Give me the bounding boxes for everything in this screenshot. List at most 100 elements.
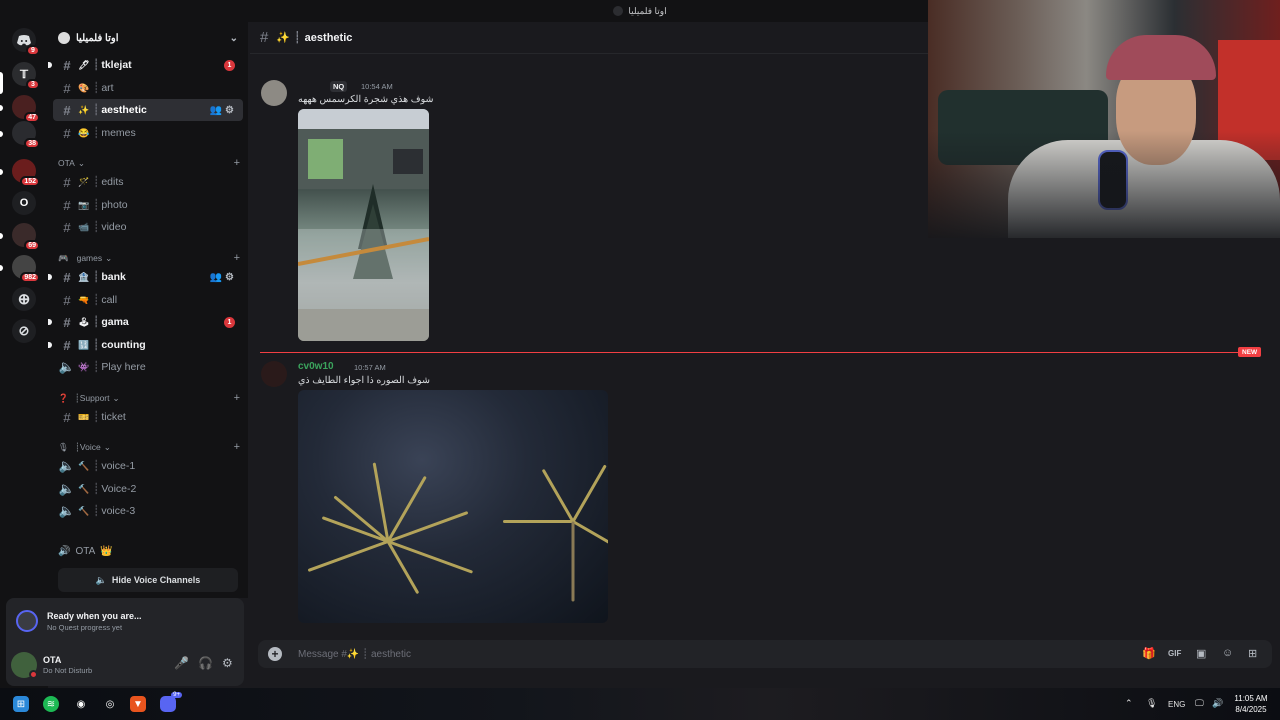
speaker-icon: 🔈 bbox=[58, 503, 76, 518]
message-input[interactable]: Message #✨ ┊ aesthetic bbox=[298, 649, 411, 660]
obs-icon[interactable]: ◉ bbox=[73, 696, 89, 712]
discover-button[interactable]: ⊘ bbox=[12, 319, 36, 343]
message-image-attachment[interactable] bbox=[298, 109, 429, 341]
channel-video[interactable]: # 📹 ┊ video bbox=[53, 216, 243, 238]
button-label: Hide Voice Channels bbox=[111, 575, 201, 585]
channel-emoji: 📹 bbox=[78, 221, 90, 232]
channel-emoji: 🔨 bbox=[78, 483, 90, 494]
mall-photo bbox=[298, 109, 429, 341]
add-channel-icon[interactable]: + bbox=[234, 157, 240, 169]
channel-call[interactable]: # 🔫 ┊ call bbox=[53, 289, 243, 311]
microphone-icon: 🎙 bbox=[58, 441, 69, 452]
emoji-icon[interactable]: ☺ bbox=[1222, 647, 1233, 659]
hash-icon: # bbox=[63, 292, 71, 308]
hash-icon: # bbox=[63, 409, 71, 425]
apps-icon[interactable]: ⊞ bbox=[1248, 647, 1257, 660]
language-indicator[interactable]: ENG bbox=[1168, 700, 1185, 709]
gift-icon[interactable]: 🎁 bbox=[1142, 647, 1156, 660]
mention-badge: 9 bbox=[26, 45, 40, 56]
guild-header[interactable]: اوتا فلميليا ⌄ bbox=[48, 22, 248, 54]
channel-bank[interactable]: # 🏦 ┊ bank 👥⚙ bbox=[48, 266, 243, 288]
channel-ticket[interactable]: # 🎫 ┊ ticket bbox=[53, 406, 243, 428]
channel-edits[interactable]: # 🪄 ┊ edits bbox=[53, 171, 243, 193]
chrome-icon[interactable]: ◎ bbox=[102, 696, 118, 712]
headphones-icon[interactable]: 🎧 bbox=[198, 656, 213, 670]
server-icon-7[interactable]: 982 bbox=[12, 255, 40, 283]
category-voice[interactable]: 🎙 ┊ Voice ⌄ + bbox=[58, 440, 240, 454]
network-icon[interactable]: 🖵 bbox=[1195, 698, 1204, 709]
voice-channel-ota[interactable]: 🔊 OTA 👑 bbox=[58, 546, 113, 557]
user-panel: OTA Do Not Disturb 🎤 🎧 ⚙ bbox=[6, 646, 244, 686]
discord-home-button[interactable]: 9 bbox=[12, 28, 40, 56]
category-support[interactable]: ❓ ┊ Support ⌄ + bbox=[58, 391, 240, 405]
channel-aesthetic[interactable]: # ✨ ┊ aesthetic 👥⚙ bbox=[53, 99, 243, 121]
server-icon-6[interactable]: 69 bbox=[12, 223, 40, 251]
channel-voice-1[interactable]: 🔈 🔨 ┊ voice-1 bbox=[53, 455, 243, 477]
channel-photo[interactable]: # 📷 ┊ photo bbox=[53, 194, 243, 216]
brave-icon[interactable]: ▼ bbox=[130, 696, 146, 712]
category-ota[interactable]: OTA ⌄ + bbox=[58, 156, 240, 170]
channel-name: photo bbox=[101, 199, 128, 211]
add-server-button[interactable]: ⊕ bbox=[12, 287, 36, 311]
speaker-icon: 🔈 bbox=[95, 574, 107, 585]
channel-emoji: 📷 bbox=[78, 199, 90, 210]
message-image-attachment[interactable] bbox=[298, 390, 608, 623]
clock[interactable]: 11:05 AM 8/4/2025 bbox=[1228, 693, 1274, 715]
gif-icon[interactable]: GIF bbox=[1168, 649, 1181, 658]
gear-icon[interactable]: ⚙ bbox=[222, 656, 233, 670]
hide-voice-channels-button[interactable]: 🔈 Hide Voice Channels bbox=[58, 568, 238, 592]
server-icon-4[interactable]: 152 bbox=[12, 159, 40, 187]
message-author[interactable]: cv0w10 bbox=[298, 361, 334, 372]
server-icon-5[interactable]: O bbox=[12, 191, 36, 215]
channel-emoji: 🔨 bbox=[78, 505, 90, 516]
unread-indicator bbox=[0, 131, 3, 137]
volume-icon[interactable]: 🔊 bbox=[1212, 698, 1223, 709]
server-icon-2[interactable]: 47 bbox=[12, 95, 40, 123]
discord-taskbar-icon[interactable]: 9+ bbox=[160, 692, 182, 712]
unread-indicator bbox=[0, 233, 3, 239]
channel-emoji: 🖊 bbox=[78, 59, 90, 70]
channel-settings-icons[interactable]: 👥⚙ bbox=[210, 105, 237, 116]
spotify-icon[interactable]: ≋ bbox=[43, 696, 59, 712]
add-channel-icon[interactable]: + bbox=[234, 252, 240, 264]
avatar[interactable] bbox=[261, 361, 287, 387]
channel-voice-3[interactable]: 🔈 🔨 ┊ voice-3 bbox=[53, 500, 243, 522]
server-icon-1[interactable]: 𝕋3 bbox=[12, 62, 40, 90]
microphone-icon[interactable]: 🎤 bbox=[174, 656, 189, 670]
channel-art[interactable]: # 🎨 ┊ art bbox=[53, 77, 243, 99]
quest-panel[interactable]: Ready when you are... No Quest progress … bbox=[6, 598, 244, 646]
channel-name: counting bbox=[101, 339, 146, 351]
channel-emoji: 🔫 bbox=[78, 294, 90, 305]
server-icon-3[interactable]: 38 bbox=[12, 121, 40, 149]
message-timestamp: 10:57 AM bbox=[354, 363, 386, 372]
new-messages-divider bbox=[260, 352, 1260, 353]
avatar[interactable] bbox=[261, 80, 287, 106]
unread-indicator bbox=[48, 319, 52, 325]
hash-icon: # bbox=[63, 125, 71, 141]
add-channel-icon[interactable]: + bbox=[234, 392, 240, 404]
category-games[interactable]: 🎮 games ⌄ + bbox=[58, 251, 240, 265]
channel-play-here[interactable]: 🔈 👾 ┊ Play here bbox=[53, 356, 243, 378]
channel-voice-2[interactable]: 🔈 🔨 ┊ Voice-2 bbox=[53, 478, 243, 500]
channel-memes[interactable]: # 😂 ┊ memes bbox=[53, 122, 243, 144]
hash-icon: # bbox=[63, 269, 71, 285]
channel-settings-icons[interactable]: 👥⚙ bbox=[210, 272, 237, 283]
chevron-up-icon[interactable]: ⌃ bbox=[1125, 698, 1133, 709]
hash-icon: # bbox=[63, 337, 71, 353]
channel-counting[interactable]: # 🔢 ┊ counting bbox=[48, 334, 243, 356]
chevron-down-icon: ⌄ bbox=[229, 32, 238, 44]
sticker-icon[interactable]: ▣ bbox=[1196, 647, 1206, 660]
unread-indicator bbox=[48, 62, 52, 68]
windows-start-icon[interactable]: ⊞ bbox=[13, 696, 29, 712]
channel-name: voice-3 bbox=[101, 505, 136, 517]
add-attachment-icon[interactable]: + bbox=[268, 647, 282, 661]
channel-gama[interactable]: # 🕹 ┊ gama 1 bbox=[48, 311, 243, 333]
channel-tklejat[interactable]: # 🖊 ┊ tklejat 1 bbox=[48, 54, 243, 76]
add-channel-icon[interactable]: + bbox=[234, 441, 240, 453]
category-label: Support bbox=[79, 393, 110, 403]
hash-icon: # bbox=[63, 80, 71, 96]
mention-badge: 3 bbox=[26, 79, 40, 90]
microphone-icon[interactable]: 🎙 bbox=[1146, 698, 1157, 709]
plus-icon: ⊕ bbox=[17, 291, 31, 308]
message-composer[interactable]: + Message #✨ ┊ aesthetic 🎁 GIF ▣ ☺ ⊞ bbox=[258, 640, 1272, 668]
